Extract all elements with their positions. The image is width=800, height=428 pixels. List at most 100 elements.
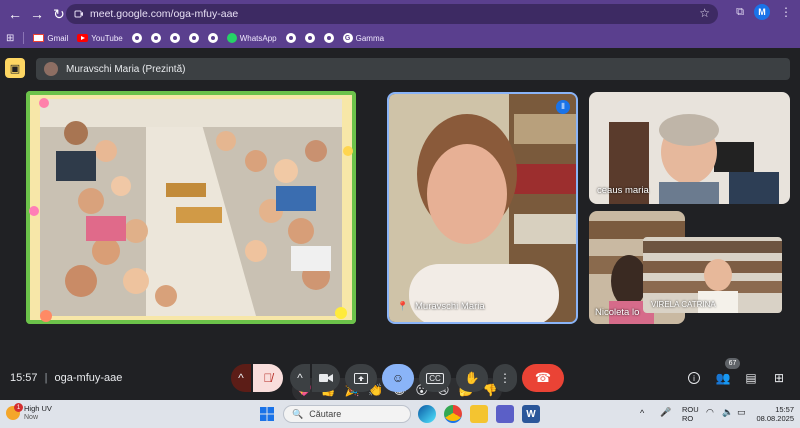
site-info-icon[interactable] (74, 9, 84, 19)
site-icon (188, 33, 199, 43)
presentation-icon[interactable]: ▣ (5, 58, 25, 78)
site-icon (150, 33, 161, 43)
back-icon[interactable]: ← (4, 3, 26, 25)
gamma-icon: G (342, 33, 353, 43)
present-screen-button[interactable] (345, 364, 377, 392)
windows-icon (260, 407, 274, 421)
participant-name: VIRELA CATRINA (651, 300, 716, 309)
pin-icon[interactable]: 📍 (397, 301, 408, 312)
bookmark-gmail[interactable]: Gmail (33, 34, 68, 43)
volume-icon[interactable]: 🔈 (722, 407, 733, 418)
start-button[interactable] (258, 405, 276, 423)
activities-button[interactable]: ⊞ (768, 364, 790, 392)
bookmark-site[interactable] (304, 33, 315, 43)
participant-name: ceaus maria (597, 185, 649, 196)
participant-tile-ceaus[interactable]: ceaus maria (589, 92, 790, 204)
captions-icon: CC (426, 372, 444, 384)
url-text[interactable]: meet.google.com/oga-mfuy-aae (90, 8, 238, 20)
presenter-label: Muravschi Maria (Prezintă) (66, 63, 186, 75)
meeting-time: 15:57 (10, 372, 38, 384)
site-icon (304, 33, 315, 43)
audio-level-indicator: ⦀ (556, 100, 570, 114)
site-icon (207, 33, 218, 43)
meeting-code: oga-mfuy-aae (54, 372, 123, 384)
mic-options-button[interactable]: ^ (231, 364, 251, 392)
apps-grid-icon[interactable]: ⊞ (6, 33, 14, 44)
chat-icon: ▤ (745, 371, 757, 385)
forward-icon[interactable]: → (26, 3, 48, 25)
bookmark-youtube[interactable]: YouTube (77, 34, 123, 43)
site-icon (323, 33, 334, 43)
chat-button[interactable]: ▤ (740, 364, 762, 392)
mic-toggle-button[interactable]: 🎙̸ (253, 364, 283, 392)
captions-button[interactable]: CC (419, 364, 451, 392)
present-icon (354, 372, 368, 384)
windows-taskbar: 1 High UV Now 🔍 Căutare W ^ 🎤 ROU RO ◠ 🔈… (0, 400, 800, 428)
participant-name: Muravschi Maria (415, 301, 485, 312)
camera-toggle-button[interactable] (312, 364, 340, 392)
bookmark-star-icon[interactable]: ☆ (699, 6, 710, 20)
teams-icon[interactable] (496, 405, 514, 423)
reactions-button[interactable]: ☺ (382, 364, 414, 392)
extensions-icon[interactable]: ⧉ (736, 6, 744, 19)
shared-photo (26, 91, 356, 324)
camera-icon (319, 374, 333, 382)
participant-video (389, 94, 576, 322)
weather-title: High UV (24, 404, 52, 413)
presenter-avatar (44, 62, 58, 76)
emoji-icon: ☺ (391, 371, 405, 385)
file-explorer-icon[interactable] (470, 405, 488, 423)
system-clock[interactable]: 15:57 08.08.2025 (754, 405, 794, 423)
site-icon (131, 33, 142, 43)
meeting-details-button[interactable]: i (684, 364, 704, 392)
weather-widget[interactable]: 1 High UV Now (6, 403, 52, 422)
people-icon: 👥 (715, 371, 731, 385)
chrome-icon[interactable] (444, 405, 462, 423)
search-placeholder: Căutare (309, 409, 342, 419)
bookmark-site[interactable] (323, 33, 334, 43)
participant-tile-muravschi[interactable]: ⦀ 📍 Muravschi Maria (387, 92, 578, 324)
browser-toolbar: ← → ↻ meet.google.com/oga-mfuy-aae ☆ ⧉ M… (0, 0, 800, 28)
end-call-icon: ☎ (534, 370, 552, 385)
more-options-button[interactable]: ⋮ (493, 364, 517, 392)
profile-avatar[interactable]: M (754, 4, 770, 20)
meet-stage: ▣ Muravschi Maria (Prezintă) ⦀ 📍 Muravsc… (0, 48, 800, 402)
address-bar[interactable]: meet.google.com/oga-mfuy-aae ☆ (66, 4, 718, 24)
mic-off-icon: 🎙̸ (263, 371, 273, 385)
camera-options-button[interactable]: ^ (290, 364, 310, 392)
bookmark-site[interactable] (207, 33, 218, 43)
menu-kebab-icon[interactable]: ⋮ (780, 5, 792, 19)
apps-grid-icon: ⊞ (773, 371, 785, 385)
bookmark-site[interactable] (131, 33, 142, 43)
people-button[interactable]: 👥 (712, 364, 734, 392)
battery-icon[interactable]: ▭ (737, 407, 746, 418)
leave-call-button[interactable]: ☎ (522, 364, 564, 392)
show-hidden-icons[interactable]: ^ (640, 408, 644, 418)
youtube-icon (77, 34, 89, 42)
shared-screen[interactable] (26, 91, 356, 324)
raise-hand-button[interactable]: ✋ (456, 364, 488, 392)
microphone-icon[interactable]: 🎤 (660, 407, 671, 418)
presenter-banner: Muravschi Maria (Prezintă) (36, 58, 790, 80)
bookmark-whatsapp[interactable]: WhatsApp (226, 33, 277, 43)
bookmark-gamma[interactable]: G Gamma (342, 33, 384, 43)
bookmark-site[interactable] (285, 33, 296, 43)
info-icon: i (688, 372, 700, 384)
meeting-info: 15:57 | oga-mfuy-aae (10, 372, 123, 384)
participant-name: Nicoleta lo (595, 307, 640, 318)
site-icon (285, 33, 296, 43)
bookmark-site[interactable] (188, 33, 199, 43)
participant-tile-virela[interactable]: VIRELA CATRINA (643, 237, 782, 313)
edge-icon[interactable] (418, 405, 436, 423)
wifi-icon[interactable]: ◠ (706, 407, 714, 418)
bookmark-site[interactable] (150, 33, 161, 43)
weather-icon: 1 (6, 403, 23, 420)
hand-icon: ✋ (464, 371, 480, 385)
bookmark-site[interactable] (169, 33, 180, 43)
bookmarks-bar: ⊞ Gmail YouTube WhatsApp G Gamma (0, 28, 800, 48)
site-icon (169, 33, 180, 43)
taskbar-search[interactable]: 🔍 Căutare (283, 405, 411, 423)
more-vert-icon: ⋮ (499, 371, 511, 385)
language-indicator[interactable]: ROU RO (682, 405, 699, 423)
word-icon[interactable]: W (522, 405, 540, 423)
